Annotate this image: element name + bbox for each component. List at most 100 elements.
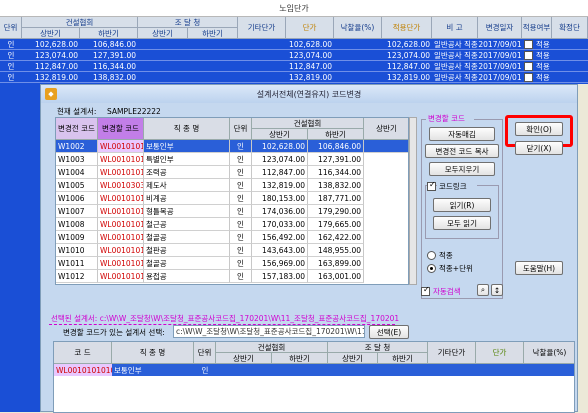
cell-b: 148,955.00	[308, 244, 364, 257]
table-row[interactable]: 인 102,628.00 106,846.00 102,628.00 102,6…	[0, 39, 588, 50]
lower-col-procure: 조 달 청	[328, 342, 428, 353]
col-new-code[interactable]: 변경할 코드	[98, 118, 144, 140]
cell-job: 철골공	[144, 231, 230, 244]
table-row[interactable]: 인 132,819.00 138,832.00 132,819.00 132,8…	[0, 72, 588, 83]
col-old-code[interactable]: 변경전 코드	[56, 118, 98, 140]
table-row[interactable]: W1004 WL0010101010 조력공 인 112,847.00 116,…	[56, 166, 408, 179]
auto-search-checkbox[interactable]: ✓	[421, 285, 430, 296]
cell-new-code[interactable]: WL0010101010	[98, 244, 144, 257]
bg-cell-date: 2017/09/01	[478, 51, 522, 60]
cell-unit: 인	[230, 153, 252, 166]
grid-vertical-scrollbar[interactable]	[409, 117, 417, 285]
select-design-button[interactable]: 선택(E)	[369, 325, 409, 339]
cell-new-code[interactable]: WL0010101010	[98, 166, 144, 179]
table-row[interactable]: 인 123,074.00 127,391.00 123,074.00 123,0…	[0, 50, 588, 61]
col-assoc: 건설협회	[252, 118, 364, 129]
cell-new-code[interactable]: WL0010101010	[98, 140, 144, 153]
lower-col-procure-h2[interactable]: 하반기	[378, 353, 428, 364]
bg-header-procure-h2: 하반기	[188, 28, 238, 39]
cell-new-code[interactable]: WL0010101010	[98, 218, 144, 231]
code-link-checkbox[interactable]: ✓	[427, 180, 436, 191]
radio-job-unit[interactable]	[427, 264, 436, 273]
cell-b: 187,771.00	[308, 192, 364, 205]
cell-new-code[interactable]: WL0010101010	[98, 231, 144, 244]
lower-col-price[interactable]: 단가	[476, 342, 524, 364]
lower-col-assoc-h2[interactable]: 하반기	[272, 353, 328, 364]
bg-header-note: 비 고	[432, 17, 478, 39]
bg-header-assoc-h2: 하반기	[80, 28, 138, 39]
read-all-button[interactable]: 모두 읽기	[433, 216, 491, 230]
bg-cell-unit: 인	[7, 62, 15, 71]
table-row[interactable]: W1002 WL0010101010 보통인부 인 102,628.00 106…	[56, 140, 408, 153]
table-row[interactable]: W1012 WL0010101010 용접공 인 157,183.00 163,…	[56, 270, 408, 283]
table-row[interactable]: W1008 WL0010101010 철근공 인 170,033.00 179,…	[56, 218, 408, 231]
lower-col-unit[interactable]: 단위	[194, 342, 216, 364]
bg-cell-date: 2017/09/01	[478, 40, 522, 49]
bg-apply-checkbox[interactable]	[524, 40, 533, 49]
table-row[interactable]: W1009 WL0010101010 철골공 인 156,492.00 162,…	[56, 231, 408, 244]
read-button[interactable]: 읽기(R)	[433, 198, 491, 212]
cell-new-code[interactable]: WL0010101010	[98, 257, 144, 270]
cell-old-code: W1006	[56, 192, 98, 205]
cell-new-code[interactable]: WL0010303010	[98, 179, 144, 192]
col-assoc-h2[interactable]: 하반기	[308, 129, 364, 140]
close-button[interactable]: 닫기(X)	[515, 141, 563, 155]
bg-cell-flag: 적용	[536, 73, 550, 82]
cell-new-code[interactable]: WL0010101010	[98, 153, 144, 166]
help-button[interactable]: 도움말(H)	[515, 261, 563, 275]
table-row[interactable]: W1005 WL0010303010 제도사 인 132,819.00 138,…	[56, 179, 408, 192]
col-procure-h1[interactable]: 상반기	[364, 118, 408, 140]
auto-search-label: 자동검색	[433, 286, 461, 296]
code-link-label: 코드링크	[437, 181, 477, 191]
bg-apply-checkbox[interactable]	[524, 73, 533, 82]
clear-all-button[interactable]: 모두지우기	[429, 162, 495, 176]
code-grid[interactable]: 변경전 코드 변경할 코드 직 종 명 단위 건설협회 상반기 하반기 상반기 …	[55, 117, 409, 285]
selected-design-value: c:\W\W_조달청\W\조달청_표준공사코드집_170201\W\11_조달청…	[99, 314, 400, 323]
cell-a: 156,969.00	[252, 257, 308, 270]
table-row[interactable]: W1003 WL0010101010 특별인부 인 123,074.00 127…	[56, 153, 408, 166]
bg-apply-checkbox[interactable]	[524, 51, 533, 60]
table-row[interactable]: W1007 WL0010101010 형틀목공 인 174,036.00 179…	[56, 205, 408, 218]
col-job-name[interactable]: 직 종 명	[144, 118, 230, 140]
radio-job-unit-label: 적종+단위	[439, 263, 473, 273]
linked-design-label: 변경할 코드가 있는 설계서 선택:	[63, 327, 165, 337]
current-design-value: SAMPLE22222	[107, 106, 161, 116]
table-row[interactable]: W1006 WL0010101010 비계공 인 180,153.00 187,…	[56, 192, 408, 205]
lower-col-assoc-h1[interactable]: 상반기	[216, 353, 272, 364]
cell-new-code[interactable]: WL0010101010	[98, 205, 144, 218]
cell-new-code[interactable]: WL0010101010	[98, 270, 144, 283]
linked-design-input[interactable]: c:\W\W_조달청\W\조달청_표준공사코드집_170201\W\11_조달청	[173, 325, 365, 338]
bg-header-procure: 조 달 청	[138, 17, 238, 28]
bg-cell-date: 2017/09/01	[478, 62, 522, 71]
cell-new-code[interactable]: WL0010101010	[98, 192, 144, 205]
cell-a: 157,183.00	[252, 270, 308, 283]
code-link-group	[425, 185, 499, 239]
cell-b: 127,391.00	[308, 153, 364, 166]
bg-cell-a: 102,628.00	[35, 40, 78, 49]
lower-col-job[interactable]: 직 종 명	[112, 342, 194, 364]
sort-icon[interactable]: ↕	[491, 284, 503, 296]
table-row[interactable]: W1011 WL0010101010 철골공 인 156,969.00 163,…	[56, 257, 408, 270]
cell-old-code: W1003	[56, 153, 98, 166]
lower-col-code[interactable]: 코 드	[54, 342, 112, 364]
radio-job[interactable]	[427, 251, 436, 260]
cell-job: 용접공	[144, 270, 230, 283]
bg-header-assoc: 건설협회	[22, 17, 138, 28]
lower-col-procure-h1[interactable]: 상반기	[328, 353, 378, 364]
change-code-group-label: 변경할 코드	[426, 113, 474, 123]
copy-old-code-button[interactable]: 변경전 코드 복사	[425, 144, 499, 158]
cell-unit: 인	[230, 205, 252, 218]
lower-code-grid[interactable]: 코 드 직 종 명 단위 건설협회 상반기 하반기 조 달 청 상반기 하반기 …	[53, 341, 575, 413]
bg-apply-checkbox[interactable]	[524, 62, 533, 71]
table-row[interactable]: W1010 WL0010101010 철판공 인 143,643.00 148,…	[56, 244, 408, 257]
col-unit[interactable]: 단위	[230, 118, 252, 140]
auto-assign-button[interactable]: 자동매김	[429, 127, 495, 141]
lower-col-etc[interactable]: 기타단가	[428, 342, 476, 364]
table-row[interactable]: WL0010101010 보통인부 인	[54, 364, 574, 376]
lower-col-rate[interactable]: 낙찰율(%)	[524, 342, 574, 364]
bg-cell-apply: 102,628.00	[387, 40, 430, 49]
cell-b: 162,422.00	[308, 231, 364, 244]
binoculars-icon[interactable]: ⌕	[477, 284, 489, 296]
table-row[interactable]: 인 112,847.00 116,344.00 112,847.00 112,8…	[0, 61, 588, 72]
col-assoc-h1[interactable]: 상반기	[252, 129, 308, 140]
